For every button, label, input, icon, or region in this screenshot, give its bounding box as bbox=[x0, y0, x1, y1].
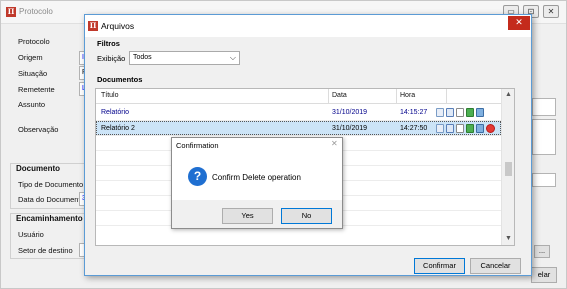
confirmar-button[interactable]: Confirmar bbox=[414, 258, 465, 274]
vertical-scrollbar[interactable]: ▲ ▼ bbox=[501, 89, 514, 245]
documento-section-title: Documento bbox=[16, 164, 60, 173]
chevron-down-icon: ⌵ bbox=[229, 53, 236, 62]
search-doc-icon[interactable] bbox=[436, 108, 444, 117]
origem-label: Origem bbox=[18, 53, 43, 62]
confirmation-dialog: Confirmation ✕ ? Confirm Delete operatio… bbox=[171, 137, 343, 229]
ellipsis-button[interactable]: ... bbox=[534, 245, 550, 258]
image-icon[interactable] bbox=[476, 124, 484, 133]
confirmation-message: Confirm Delete operation bbox=[212, 173, 301, 182]
download-icon[interactable] bbox=[466, 108, 474, 117]
confirmation-close-icon[interactable]: ✕ bbox=[331, 139, 338, 148]
scroll-up-icon[interactable]: ▲ bbox=[505, 91, 512, 98]
table-row-selected[interactable]: Relatório 2 31/10/2019 14:27:50 bbox=[96, 121, 501, 135]
no-button[interactable]: No bbox=[281, 208, 332, 224]
arquivos-title: Arquivos bbox=[101, 21, 135, 31]
document-icon[interactable] bbox=[456, 124, 464, 133]
scroll-down-icon[interactable]: ▼ bbox=[505, 235, 512, 242]
encaminhamento-section-title: Encaminhamento bbox=[16, 214, 83, 223]
column-separator bbox=[328, 89, 329, 103]
yes-button[interactable]: Yes bbox=[222, 208, 273, 224]
app-logo-icon: Π bbox=[6, 7, 16, 17]
situacao-label: Situação bbox=[18, 69, 48, 78]
document-icon[interactable] bbox=[456, 108, 464, 117]
delete-icon[interactable] bbox=[486, 124, 495, 133]
row-divider bbox=[96, 135, 501, 136]
column-header-titulo[interactable]: Título bbox=[101, 92, 119, 99]
column-separator bbox=[396, 89, 397, 103]
usuario-label: Usuário bbox=[18, 230, 44, 239]
table-row[interactable]: Relatório 31/10/2019 14:15:27 bbox=[96, 106, 501, 120]
view-doc-icon[interactable] bbox=[446, 108, 454, 117]
protocolo-title: Protocolo bbox=[19, 7, 53, 16]
close-button[interactable]: ✕ bbox=[543, 5, 559, 18]
assunto-label: Assunto bbox=[18, 100, 46, 109]
column-header-data[interactable]: Data bbox=[332, 92, 347, 99]
row-data: 31/10/2019 bbox=[332, 109, 368, 116]
dialog-close-button[interactable]: ✕ bbox=[508, 16, 530, 30]
exibicao-value: Todos bbox=[133, 54, 152, 61]
filtros-group-title: Filtros bbox=[97, 39, 120, 48]
tipo-documento-label: Tipo de Documento bbox=[18, 180, 84, 189]
exibicao-label: Exibição bbox=[97, 54, 126, 63]
confirmation-titlebar: Confirmation ✕ bbox=[172, 138, 342, 152]
header-divider bbox=[96, 103, 501, 104]
row-hora: 14:15:27 bbox=[400, 109, 428, 116]
tipo-documento-field[interactable] bbox=[532, 173, 556, 187]
setor-destino-label: Setor de destino bbox=[18, 246, 73, 255]
search-doc-icon[interactable] bbox=[436, 124, 444, 133]
observacao-label: Observação bbox=[18, 125, 59, 134]
column-header-hora[interactable]: Hora bbox=[400, 92, 415, 99]
row-data: 31/10/2019 bbox=[332, 125, 368, 132]
question-icon: ? bbox=[188, 167, 207, 186]
arquivos-titlebar: Π Arquivos ✕ bbox=[85, 15, 531, 37]
row-hora: 14:27:50 bbox=[400, 125, 428, 132]
protocolo-label: Protocolo bbox=[18, 37, 50, 46]
cancelar-button[interactable]: Cancelar bbox=[470, 258, 521, 274]
documentos-group-title: Documentos bbox=[97, 75, 143, 84]
column-separator bbox=[446, 89, 447, 103]
image-icon[interactable] bbox=[476, 108, 484, 117]
remetente-label: Remetente bbox=[18, 85, 55, 94]
row-titulo: Relatório bbox=[101, 109, 130, 116]
row-titulo: Relatório 2 bbox=[101, 125, 135, 132]
download-icon[interactable] bbox=[466, 124, 474, 133]
app-logo-icon: Π bbox=[88, 21, 98, 31]
view-doc-icon[interactable] bbox=[446, 124, 454, 133]
assunto-field[interactable] bbox=[532, 98, 556, 116]
exibicao-select[interactable]: Todos ⌵ bbox=[129, 51, 240, 65]
observacao-field[interactable] bbox=[532, 119, 556, 155]
data-documento-label: Data do Documento bbox=[18, 195, 85, 204]
scroll-thumb[interactable] bbox=[505, 162, 512, 176]
confirmation-body: ? Confirm Delete operation bbox=[172, 152, 342, 200]
background-action-button[interactable]: elar bbox=[531, 267, 557, 283]
confirmation-title: Confirmation bbox=[176, 141, 219, 150]
